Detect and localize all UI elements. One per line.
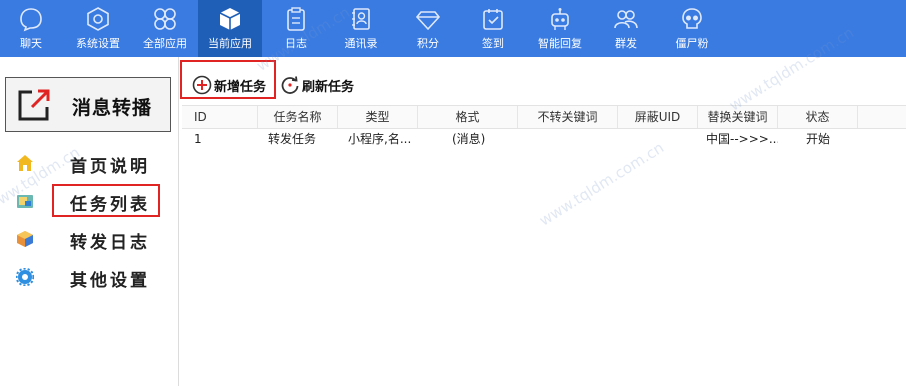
cell-type: 小程序,名... — [348, 132, 412, 146]
toolbar-item-mass-send[interactable]: 群发 — [596, 0, 656, 57]
toolbar-label: 通讯录 — [344, 37, 378, 50]
toolbar-item-smart-reply[interactable]: 智能回复 — [528, 0, 592, 57]
sidebar-item-forward-log[interactable]: 转发日志 — [0, 224, 178, 254]
toolbar-label: 当前应用 — [208, 37, 252, 50]
column-header-task-name[interactable]: 任务名称 — [258, 106, 338, 128]
table-row[interactable]: 1 转发任务 小程序,名... (消息) 中国-->>>... 开始 — [182, 128, 906, 150]
external-link-icon — [16, 87, 52, 123]
column-header-replace-keyword[interactable]: 替换关键词 — [698, 106, 778, 128]
cell-status: 开始 — [806, 132, 831, 146]
column-header-status[interactable]: 状态 — [778, 106, 858, 128]
contacts-book-icon — [348, 6, 374, 32]
toolbar-label: 群发 — [615, 37, 637, 50]
top-toolbar: 聊天 系统设置 全部应用 当前应用 日志 通讯录 积分 签到 智能回复 群发 僵… — [0, 0, 906, 57]
home-icon — [16, 154, 34, 172]
column-header-id[interactable]: ID — [182, 106, 258, 128]
cell-replace-keyword: 中国-->>>... — [706, 132, 778, 146]
task-folder-icon — [16, 192, 34, 210]
column-header-format[interactable]: 格式 — [418, 106, 518, 128]
robot-icon — [547, 6, 573, 32]
toolbar-label: 日志 — [285, 37, 307, 50]
refresh-icon — [280, 75, 300, 95]
sidebar-item-label: 转发日志 — [70, 233, 150, 253]
toolbar-label: 智能回复 — [538, 37, 582, 50]
group-users-icon — [613, 6, 639, 32]
four-circles-icon — [152, 6, 178, 32]
gear-hexagon-icon — [85, 6, 111, 32]
task-table-header: ID 任务名称 类型 格式 不转关键词 屏蔽UID 替换关键词 状态 — [182, 105, 906, 129]
toolbar-label: 签到 — [482, 37, 504, 50]
refresh-task-button[interactable]: 刷新任务 — [280, 73, 362, 97]
cell-task-name: 转发任务 — [268, 132, 317, 146]
cell-id: 1 — [194, 132, 202, 146]
app-title: 消息转播 — [72, 97, 153, 119]
toolbar-item-zombie-fans[interactable]: 僵尸粉 — [660, 0, 724, 57]
sidebar-item-label: 首页说明 — [70, 157, 150, 177]
toolbar-item-contacts[interactable]: 通讯录 — [330, 0, 392, 57]
sidebar-item-other-settings[interactable]: 其他设置 — [0, 262, 178, 292]
watermark: www.tqldm.com.cn — [536, 138, 668, 230]
toolbar-item-log[interactable]: 日志 — [266, 0, 326, 57]
toolbar-item-check-in[interactable]: 签到 — [462, 0, 524, 57]
chat-bubble-icon — [18, 6, 44, 32]
toolbar-item-system-settings[interactable]: 系统设置 — [62, 0, 134, 57]
toolbar-label: 积分 — [417, 37, 439, 50]
sidebar-item-label: 其他设置 — [70, 271, 150, 291]
sidebar-item-home-guide[interactable]: 首页说明 — [0, 148, 178, 178]
cell-blocked-uid — [628, 128, 698, 150]
clipboard-icon — [283, 6, 309, 32]
cell-format: (消息) — [452, 132, 486, 146]
cell-no-forward-keyword — [528, 128, 618, 150]
skull-icon — [679, 6, 705, 32]
toolbar-item-points[interactable]: 积分 — [398, 0, 458, 57]
toolbar-item-all-apps[interactable]: 全部应用 — [134, 0, 196, 57]
toolbar-item-chat[interactable]: 聊天 — [0, 0, 62, 57]
settings-gear-icon — [15, 267, 35, 287]
task-list-highlight-box — [52, 184, 160, 217]
toolbar-label: 僵尸粉 — [675, 37, 709, 50]
column-header-type[interactable]: 类型 — [338, 106, 418, 128]
toolbar-item-current-app[interactable]: 当前应用 — [198, 0, 262, 57]
log-box-icon — [16, 230, 34, 248]
calendar-check-icon — [480, 6, 506, 32]
add-task-highlight-box — [180, 60, 276, 99]
column-header-blocked-uid[interactable]: 屏蔽UID — [618, 106, 698, 128]
refresh-task-label: 刷新任务 — [302, 80, 355, 95]
column-header-no-forward-keyword[interactable]: 不转关键词 — [518, 106, 618, 128]
app-title-tile: 消息转播 — [5, 77, 171, 132]
toolbar-label: 聊天 — [20, 37, 42, 50]
diamond-icon — [415, 6, 441, 32]
cube-icon — [217, 6, 243, 32]
toolbar-label: 全部应用 — [143, 37, 187, 50]
toolbar-label: 系统设置 — [76, 37, 120, 50]
